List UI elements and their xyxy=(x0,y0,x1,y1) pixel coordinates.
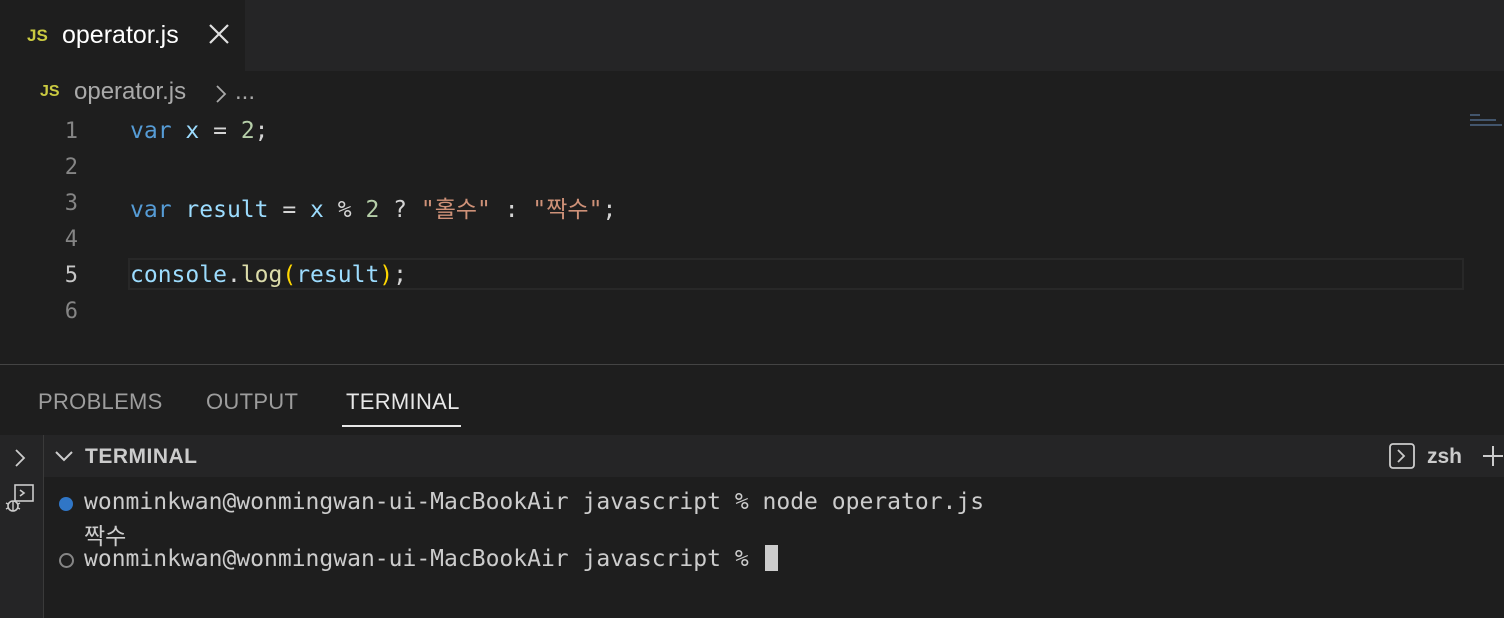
line-number: 5 xyxy=(64,263,78,288)
tab-operator-js[interactable]: JS operator.js xyxy=(0,0,245,71)
close-icon[interactable] xyxy=(207,22,231,46)
chevron-down-icon[interactable] xyxy=(54,448,74,464)
code-editor[interactable]: 1 var x = 2; 2 3 var result = x % 2 ? "홀… xyxy=(0,114,1504,364)
terminal-cursor xyxy=(764,545,778,571)
tab-terminal[interactable]: TERMINAL xyxy=(346,389,460,415)
js-file-icon: JS xyxy=(40,83,60,100)
minimap[interactable] xyxy=(1470,114,1504,138)
code-line-active[interactable]: 5 console.log(result); xyxy=(0,258,1504,294)
terminal-header: TERMINAL zsh xyxy=(44,435,1504,477)
line-number: 4 xyxy=(64,227,78,252)
code-text: var x = 2; xyxy=(130,118,269,144)
code-line[interactable]: 6 xyxy=(0,294,1504,330)
remote-debug-icon[interactable] xyxy=(4,483,36,515)
tab-problems[interactable]: PROBLEMS xyxy=(38,389,163,415)
code-line[interactable]: 4 xyxy=(0,222,1504,258)
plus-icon[interactable] xyxy=(1482,445,1504,467)
line-number: 2 xyxy=(64,155,78,180)
active-tab-indicator xyxy=(342,425,461,427)
breadcrumb-symbols[interactable]: ... xyxy=(235,78,255,106)
terminal-panel[interactable]: TERMINAL zsh wonminkwan@wonmingwan-ui-Ma… xyxy=(0,435,1504,618)
terminal-section-title: TERMINAL xyxy=(85,445,198,468)
editor-tab-bar: JS operator.js xyxy=(0,0,1504,71)
terminal-prompt: wonminkwan@wonmingwan-ui-MacBookAir java… xyxy=(84,546,763,572)
code-line[interactable]: 1 var x = 2; xyxy=(0,114,1504,150)
side-toolbar xyxy=(0,435,44,618)
terminal-command-line: wonminkwan@wonmingwan-ui-MacBookAir java… xyxy=(84,489,985,515)
line-number: 6 xyxy=(64,299,78,324)
js-file-icon: JS xyxy=(27,26,48,45)
code-text: var result = x % 2 ? "홀수" : "짝수"; xyxy=(130,197,617,223)
terminal-prompt-line[interactable]: wonminkwan@wonmingwan-ui-MacBookAir java… xyxy=(84,545,778,572)
command-success-dot-icon[interactable] xyxy=(59,497,73,511)
line-number: 1 xyxy=(64,119,78,144)
line-number: 3 xyxy=(64,191,78,216)
command-pending-dot-icon[interactable] xyxy=(59,553,74,568)
chevron-right-icon[interactable] xyxy=(12,447,28,469)
code-line[interactable]: 3 var result = x % 2 ? "홀수" : "짝수"; xyxy=(0,186,1504,223)
tab-label: operator.js xyxy=(62,21,179,49)
chevron-right-icon xyxy=(216,85,227,103)
code-text: console.log(result); xyxy=(130,262,408,288)
terminal-shell-icon[interactable] xyxy=(1389,443,1415,469)
shell-name[interactable]: zsh xyxy=(1427,445,1462,469)
tab-output[interactable]: OUTPUT xyxy=(206,389,298,415)
breadcrumb-file[interactable]: operator.js xyxy=(74,78,186,106)
panel-tab-bar: PROBLEMS OUTPUT TERMINAL xyxy=(0,365,1504,435)
code-line[interactable]: 2 xyxy=(0,150,1504,186)
